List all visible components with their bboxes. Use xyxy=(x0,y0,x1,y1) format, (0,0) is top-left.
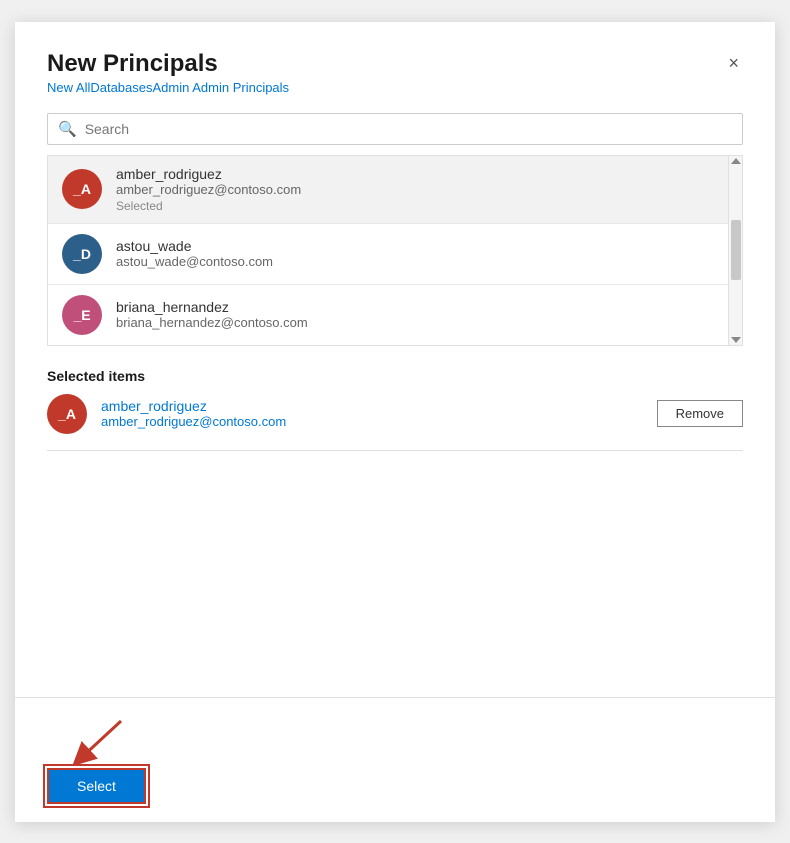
select-button[interactable]: Select xyxy=(47,768,146,804)
user-email: amber_rodriguez@contoso.com xyxy=(116,182,301,197)
search-box: 🔍 xyxy=(47,113,743,145)
user-list: _A amber_rodriguez amber_rodriguez@conto… xyxy=(47,155,743,346)
user-name: amber_rodriguez xyxy=(116,166,301,182)
user-list-inner: _A amber_rodriguez amber_rodriguez@conto… xyxy=(48,156,728,345)
selected-avatar: _A xyxy=(47,394,87,434)
search-icon: 🔍 xyxy=(58,120,77,138)
avatar: _D xyxy=(62,234,102,274)
avatar: _E xyxy=(62,295,102,335)
list-item[interactable]: _D astou_wade astou_wade@contoso.com xyxy=(48,224,728,285)
arrow-container: Select xyxy=(47,716,146,804)
selected-user-info: _A amber_rodriguez amber_rodriguez@conto… xyxy=(47,394,286,434)
user-name: astou_wade xyxy=(116,238,273,254)
dialog-header: New Principals New AllDatabasesAdmin Adm… xyxy=(47,50,743,95)
user-status: Selected xyxy=(116,199,301,213)
user-name: briana_hernandez xyxy=(116,299,308,315)
user-info: briana_hernandez briana_hernandez@contos… xyxy=(116,299,308,330)
header-text: New Principals New AllDatabasesAdmin Adm… xyxy=(47,50,289,95)
selected-items-section: Selected items _A amber_rodriguez amber_… xyxy=(47,368,743,451)
scroll-down-arrow[interactable] xyxy=(731,337,741,343)
dialog-footer: Select xyxy=(15,697,775,822)
new-principals-dialog: New Principals New AllDatabasesAdmin Adm… xyxy=(15,22,775,822)
scrollbar[interactable] xyxy=(728,156,742,345)
red-arrow-icon xyxy=(66,716,126,766)
search-input[interactable] xyxy=(85,121,732,137)
dialog-title: New Principals xyxy=(47,50,289,78)
selected-user-details: amber_rodriguez amber_rodriguez@contoso.… xyxy=(101,398,286,429)
selected-user-email: amber_rodriguez@contoso.com xyxy=(101,414,286,429)
avatar: _A xyxy=(62,169,102,209)
user-email: astou_wade@contoso.com xyxy=(116,254,273,269)
user-info: astou_wade astou_wade@contoso.com xyxy=(116,238,273,269)
selected-user-name: amber_rodriguez xyxy=(101,398,286,414)
user-info: amber_rodriguez amber_rodriguez@contoso.… xyxy=(116,166,301,213)
selected-user-row: _A amber_rodriguez amber_rodriguez@conto… xyxy=(47,394,743,434)
remove-button[interactable]: Remove xyxy=(657,400,743,427)
selected-items-label: Selected items xyxy=(47,368,743,384)
scroll-up-arrow[interactable] xyxy=(731,158,741,164)
list-item[interactable]: _E briana_hernandez briana_hernandez@con… xyxy=(48,285,728,345)
close-button[interactable]: × xyxy=(724,50,743,76)
user-email: briana_hernandez@contoso.com xyxy=(116,315,308,330)
dialog-subtitle: New AllDatabasesAdmin Admin Principals xyxy=(47,80,289,95)
list-item[interactable]: _A amber_rodriguez amber_rodriguez@conto… xyxy=(48,156,728,224)
scroll-thumb[interactable] xyxy=(731,220,741,280)
